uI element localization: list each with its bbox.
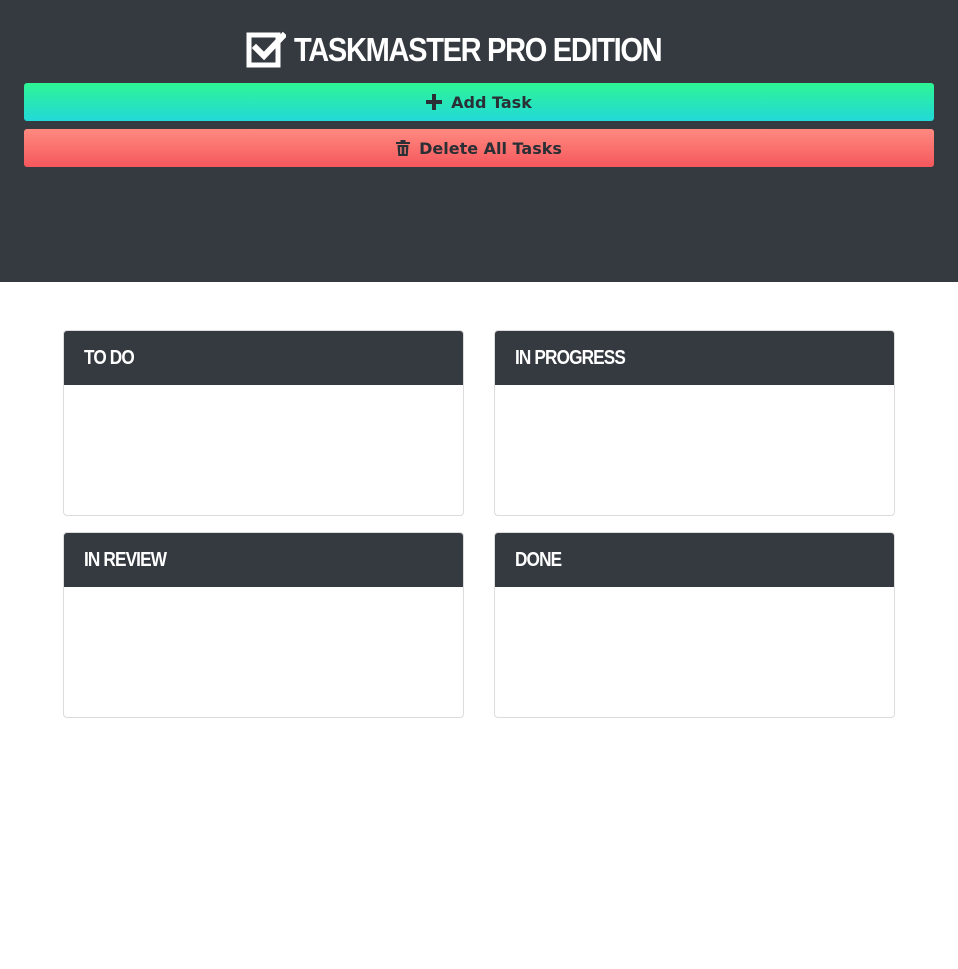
- delete-all-tasks-label: Delete All Tasks: [419, 138, 562, 158]
- column-title: IN REVIEW: [84, 548, 167, 571]
- column-header: DONE: [495, 533, 894, 587]
- task-dropzone[interactable]: [495, 587, 894, 717]
- app-header: TASKMASTER PRO EDITION Add Task Delete A…: [0, 0, 958, 282]
- column-in-review: IN REVIEW: [63, 532, 464, 718]
- column-title: DONE: [515, 548, 562, 571]
- check-square-icon: [246, 31, 287, 68]
- plus-icon: [426, 94, 443, 110]
- task-dropzone[interactable]: [495, 385, 894, 515]
- column-in-progress: IN PROGRESS: [494, 330, 895, 516]
- column-done: DONE: [494, 532, 895, 718]
- column-todo: TO DO: [63, 330, 464, 516]
- column-title: TO DO: [84, 346, 135, 369]
- delete-all-tasks-button[interactable]: Delete All Tasks: [24, 129, 934, 167]
- app-title-text: TASKMASTER PRO EDITION: [294, 31, 663, 68]
- task-dropzone[interactable]: [64, 587, 463, 717]
- add-task-button[interactable]: Add Task: [24, 83, 934, 121]
- trash-icon: [396, 140, 411, 156]
- column-header: IN REVIEW: [64, 533, 463, 587]
- app-title: TASKMASTER PRO EDITION: [0, 28, 958, 72]
- column-header: IN PROGRESS: [495, 331, 894, 385]
- column-header: TO DO: [64, 331, 463, 385]
- task-dropzone[interactable]: [64, 385, 463, 515]
- column-title: IN PROGRESS: [515, 346, 626, 369]
- add-task-label: Add Task: [451, 92, 532, 112]
